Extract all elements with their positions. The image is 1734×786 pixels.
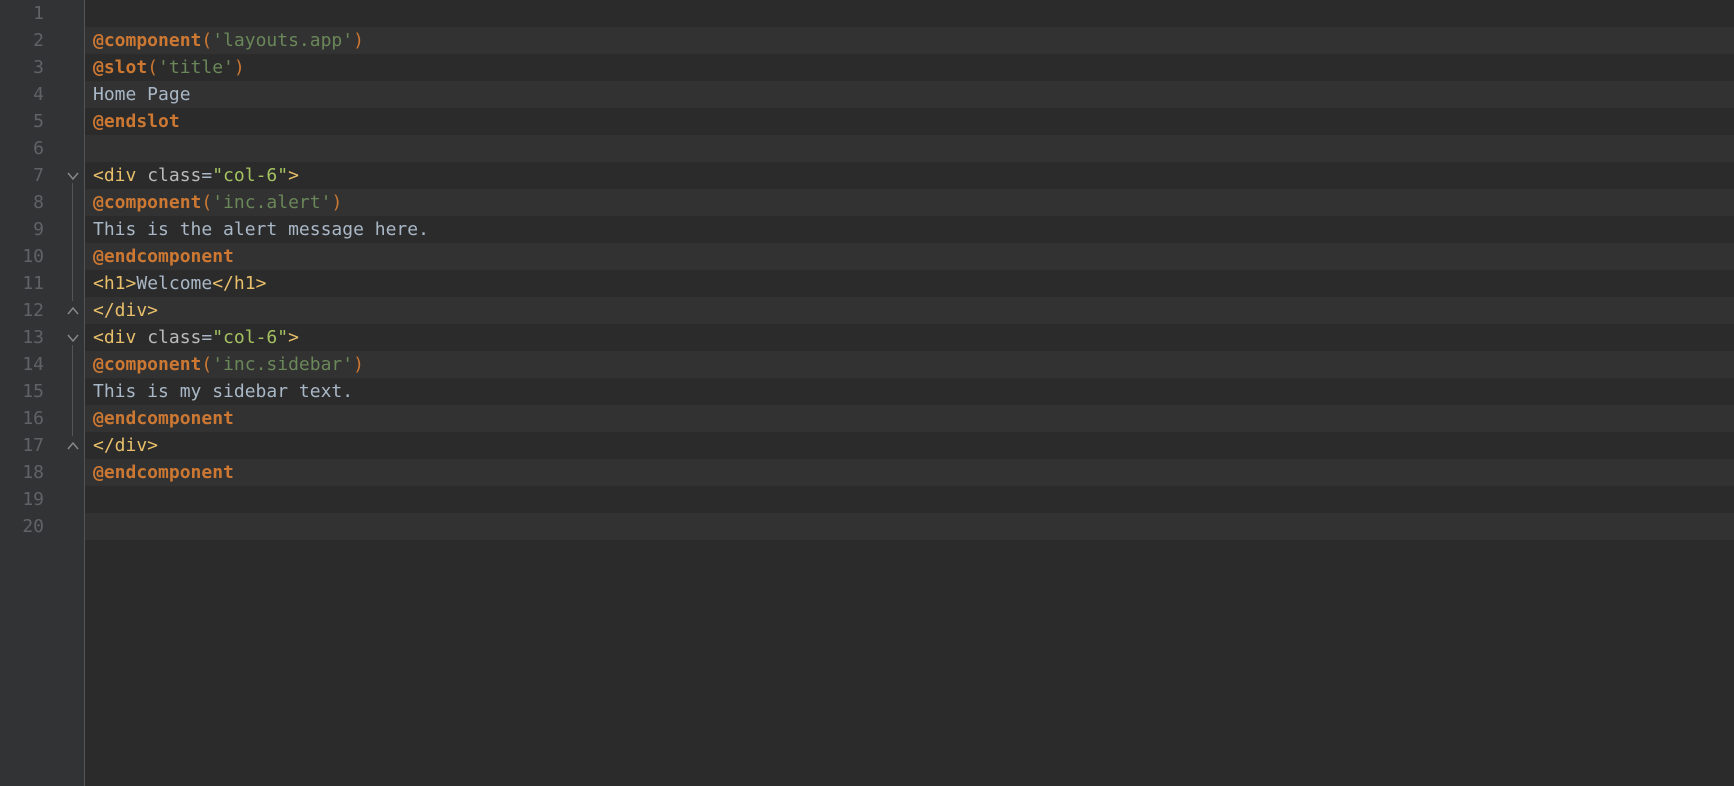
- blade-directive: @slot: [93, 54, 147, 81]
- line-number[interactable]: 14: [0, 351, 44, 378]
- plain-text: Home Page: [93, 81, 191, 108]
- fold-open-icon[interactable]: [66, 331, 80, 345]
- fold-close-icon[interactable]: [66, 439, 80, 453]
- blade-directive: @endcomponent: [93, 243, 234, 270]
- code-content[interactable]: @component('layouts.app') @slot('title')…: [84, 0, 1734, 786]
- line-number[interactable]: 10: [0, 243, 44, 270]
- html-tag: <h1>: [93, 270, 136, 297]
- string-literal: 'layouts.app': [212, 27, 353, 54]
- attr-value: "col-6": [212, 324, 288, 351]
- code-line[interactable]: @endcomponent: [85, 405, 1734, 432]
- html-tag: >: [288, 162, 299, 189]
- paren: (: [201, 351, 212, 378]
- line-number[interactable]: 7: [0, 162, 44, 189]
- equals: =: [201, 324, 212, 351]
- line-number[interactable]: 16: [0, 405, 44, 432]
- blade-directive: @component: [93, 27, 201, 54]
- line-number[interactable]: 1: [0, 0, 44, 27]
- paren: (: [201, 27, 212, 54]
- blade-directive: @component: [93, 189, 201, 216]
- line-number[interactable]: 4: [0, 81, 44, 108]
- line-number[interactable]: 9: [0, 216, 44, 243]
- code-line[interactable]: This is my sidebar text.: [85, 378, 1734, 405]
- line-number[interactable]: 2: [0, 27, 44, 54]
- code-line[interactable]: [85, 135, 1734, 162]
- line-number[interactable]: 3: [0, 54, 44, 81]
- html-attr: class: [147, 162, 201, 189]
- string-literal: 'inc.alert': [212, 189, 331, 216]
- code-line[interactable]: [85, 0, 1734, 27]
- code-line[interactable]: @slot('title'): [85, 54, 1734, 81]
- code-line[interactable]: </div>: [85, 432, 1734, 459]
- paren: ): [234, 54, 245, 81]
- fold-close-icon[interactable]: [66, 304, 80, 318]
- code-line[interactable]: </div>: [85, 297, 1734, 324]
- html-tag: </div>: [93, 297, 158, 324]
- equals: =: [201, 162, 212, 189]
- paren: (: [147, 54, 158, 81]
- code-line[interactable]: This is the alert message here.: [85, 216, 1734, 243]
- html-tag: </div>: [93, 432, 158, 459]
- line-number[interactable]: 18: [0, 459, 44, 486]
- paren: ): [353, 351, 364, 378]
- line-number[interactable]: 13: [0, 324, 44, 351]
- string-literal: 'title': [158, 54, 234, 81]
- paren: ): [331, 189, 342, 216]
- code-line[interactable]: @component('layouts.app'): [85, 27, 1734, 54]
- fold-open-icon[interactable]: [66, 169, 80, 183]
- blade-directive: @endcomponent: [93, 459, 234, 486]
- line-number[interactable]: 6: [0, 135, 44, 162]
- code-line[interactable]: <div class="col-6">: [85, 324, 1734, 351]
- line-number[interactable]: 11: [0, 270, 44, 297]
- line-number-gutter[interactable]: 1 2 3 4 5 6 7 8 9 10 11 12 13 14 15 16 1…: [0, 0, 62, 786]
- code-line[interactable]: @endcomponent: [85, 459, 1734, 486]
- html-attr: class: [147, 324, 201, 351]
- fold-guide-line: [72, 345, 73, 436]
- code-editor: 1 2 3 4 5 6 7 8 9 10 11 12 13 14 15 16 1…: [0, 0, 1734, 786]
- code-line[interactable]: <h1>Welcome</h1>: [85, 270, 1734, 297]
- html-tag: >: [288, 324, 299, 351]
- code-line[interactable]: [85, 513, 1734, 540]
- blade-directive: @endcomponent: [93, 405, 234, 432]
- line-number[interactable]: 19: [0, 486, 44, 513]
- plain-text: Welcome: [136, 270, 212, 297]
- attr-value: "col-6": [212, 162, 288, 189]
- html-tag: </h1>: [212, 270, 266, 297]
- code-line[interactable]: <div class="col-6">: [85, 162, 1734, 189]
- code-line[interactable]: @endslot: [85, 108, 1734, 135]
- html-tag: <div: [93, 162, 147, 189]
- plain-text: This is the alert message here.: [93, 216, 429, 243]
- html-tag: <div: [93, 324, 147, 351]
- line-number[interactable]: 15: [0, 378, 44, 405]
- line-number[interactable]: 17: [0, 432, 44, 459]
- line-number[interactable]: 12: [0, 297, 44, 324]
- plain-text: This is my sidebar text.: [93, 378, 353, 405]
- line-number[interactable]: 20: [0, 513, 44, 540]
- blade-directive: @endslot: [93, 108, 180, 135]
- paren: (: [201, 189, 212, 216]
- code-line[interactable]: @endcomponent: [85, 243, 1734, 270]
- string-literal: 'inc.sidebar': [212, 351, 353, 378]
- code-line[interactable]: @component('inc.sidebar'): [85, 351, 1734, 378]
- line-number[interactable]: 5: [0, 108, 44, 135]
- code-line[interactable]: Home Page: [85, 81, 1734, 108]
- fold-guide-line: [72, 183, 73, 301]
- paren: ): [353, 27, 364, 54]
- line-number[interactable]: 8: [0, 189, 44, 216]
- code-line[interactable]: [85, 486, 1734, 513]
- blade-directive: @component: [93, 351, 201, 378]
- fold-gutter: [62, 0, 84, 786]
- code-line[interactable]: @component('inc.alert'): [85, 189, 1734, 216]
